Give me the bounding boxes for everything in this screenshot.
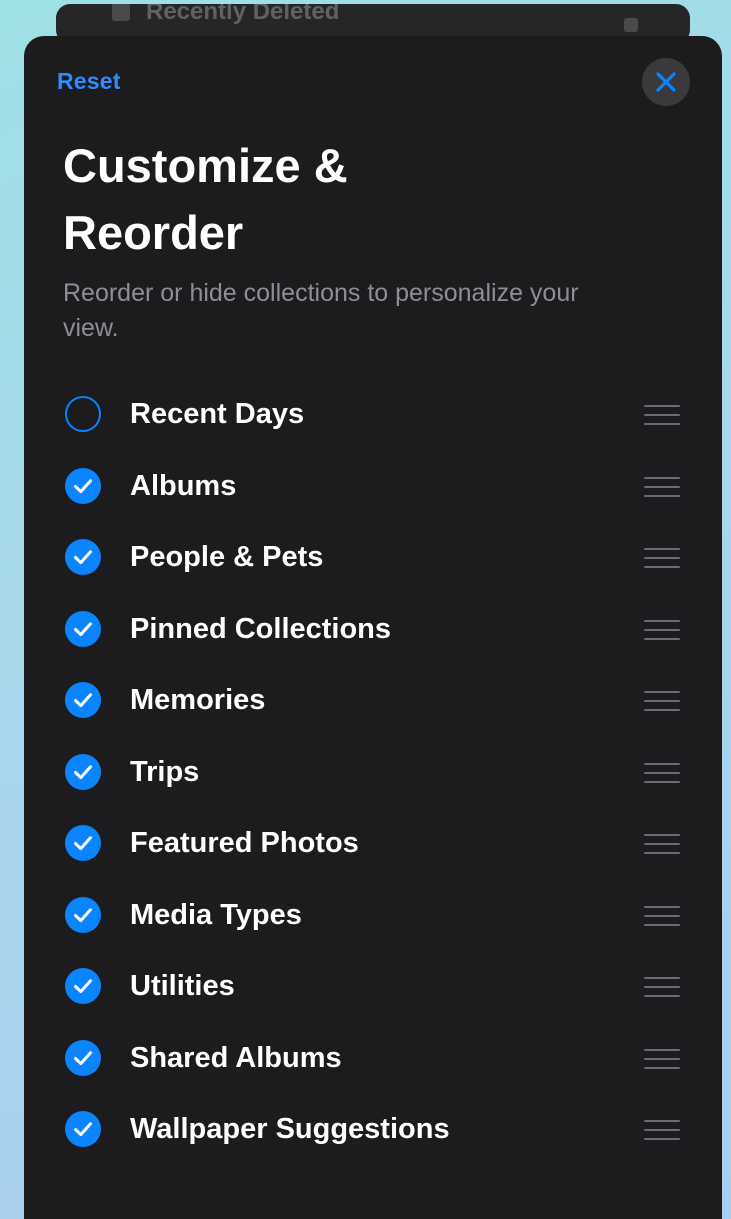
collection-row-memories: Memories [24, 665, 722, 737]
background-collection-row: Recently Deleted [112, 4, 339, 26]
checkmark-icon [74, 693, 92, 708]
checkmark-icon [74, 550, 92, 565]
collection-label-featured-photos: Featured Photos [130, 827, 359, 859]
close-icon [656, 72, 676, 92]
empty-circle-icon[interactable] [65, 396, 101, 432]
collection-row-shared-albums: Shared Albums [24, 1023, 722, 1095]
reorder-handle-icon[interactable] [644, 1048, 680, 1069]
reorder-handle-icon[interactable] [644, 905, 680, 926]
checkmark-icon [74, 979, 92, 994]
reset-button[interactable]: Reset [57, 68, 121, 95]
collection-row-albums: Albums [24, 451, 722, 523]
collection-row-recent-days: Recent Days [24, 379, 722, 451]
checkmark-circle-icon[interactable] [65, 753, 101, 790]
background-collection-label: Recently Deleted [146, 4, 340, 25]
checkmark-circle-icon[interactable] [65, 896, 101, 933]
collection-label-media-types: Media Types [130, 898, 302, 931]
reorder-handle-icon[interactable] [644, 977, 680, 997]
checkmark-icon [74, 764, 92, 779]
checkmark-icon [74, 907, 92, 922]
collection-row-utilities: Utilities [24, 951, 722, 1023]
reorder-handle-icon[interactable] [644, 619, 680, 640]
collection-label-memories: Memories [130, 684, 266, 716]
collection-label-trips: Trips [130, 755, 200, 788]
collection-row-media-types: Media Types [24, 880, 722, 952]
customize-sheet: Reset Customize & Reorder Reorder or hid… [24, 36, 722, 1219]
checkmark-icon [74, 621, 92, 636]
page-title: Customize & Reorder [63, 139, 348, 259]
checkmark-icon [74, 1050, 92, 1065]
page-subtitle: Reorder or hide collections to personali… [63, 279, 579, 342]
reorder-handle-icon[interactable] [644, 405, 680, 425]
reorder-handle-icon[interactable] [644, 548, 680, 568]
collection-label-recent-days: Recent Days [130, 398, 305, 430]
checkmark-circle-icon[interactable] [65, 682, 101, 718]
checkmark-icon [74, 836, 92, 851]
collection-label-pinned-collections: Pinned Collections [130, 612, 392, 645]
reorder-handle-icon[interactable] [644, 1120, 680, 1140]
checkmark-icon [74, 1122, 92, 1137]
background-card-accessory-icon [624, 18, 638, 32]
collection-row-pinned-collections: Pinned Collections [24, 594, 722, 666]
checkmark-circle-icon[interactable] [65, 539, 101, 575]
checkmark-circle-icon[interactable] [65, 1039, 101, 1076]
collection-row-featured-photos: Featured Photos [24, 808, 722, 880]
reorder-handle-icon[interactable] [644, 691, 680, 711]
checkmark-circle-icon[interactable] [65, 1111, 101, 1147]
collection-label-utilities: Utilities [130, 970, 235, 1002]
collection-label-wallpaper-suggestions: Wallpaper Suggestions [130, 1113, 450, 1145]
checkmark-circle-icon[interactable] [65, 968, 101, 1004]
reorder-handle-icon[interactable] [644, 762, 680, 783]
collection-label-shared-albums: Shared Albums [130, 1041, 342, 1074]
checkmark-icon [74, 478, 92, 493]
checkmark-circle-icon[interactable] [65, 825, 101, 861]
trash-icon [112, 4, 130, 21]
collection-label-albums: Albums [130, 469, 237, 502]
collection-row-trips: Trips [24, 737, 722, 809]
collection-row-wallpaper-suggestions: Wallpaper Suggestions [24, 1094, 722, 1166]
reorder-handle-icon[interactable] [644, 834, 680, 854]
checkmark-circle-icon[interactable] [65, 610, 101, 647]
close-button[interactable] [642, 58, 690, 106]
reorder-handle-icon[interactable] [644, 476, 680, 497]
collection-row-people-and-pets: People & Pets [24, 522, 722, 594]
collection-list: Recent Days Albums People & Pets Pinned … [24, 379, 722, 1166]
collection-label-people-and-pets: People & Pets [130, 541, 324, 573]
checkmark-circle-icon[interactable] [65, 467, 101, 504]
